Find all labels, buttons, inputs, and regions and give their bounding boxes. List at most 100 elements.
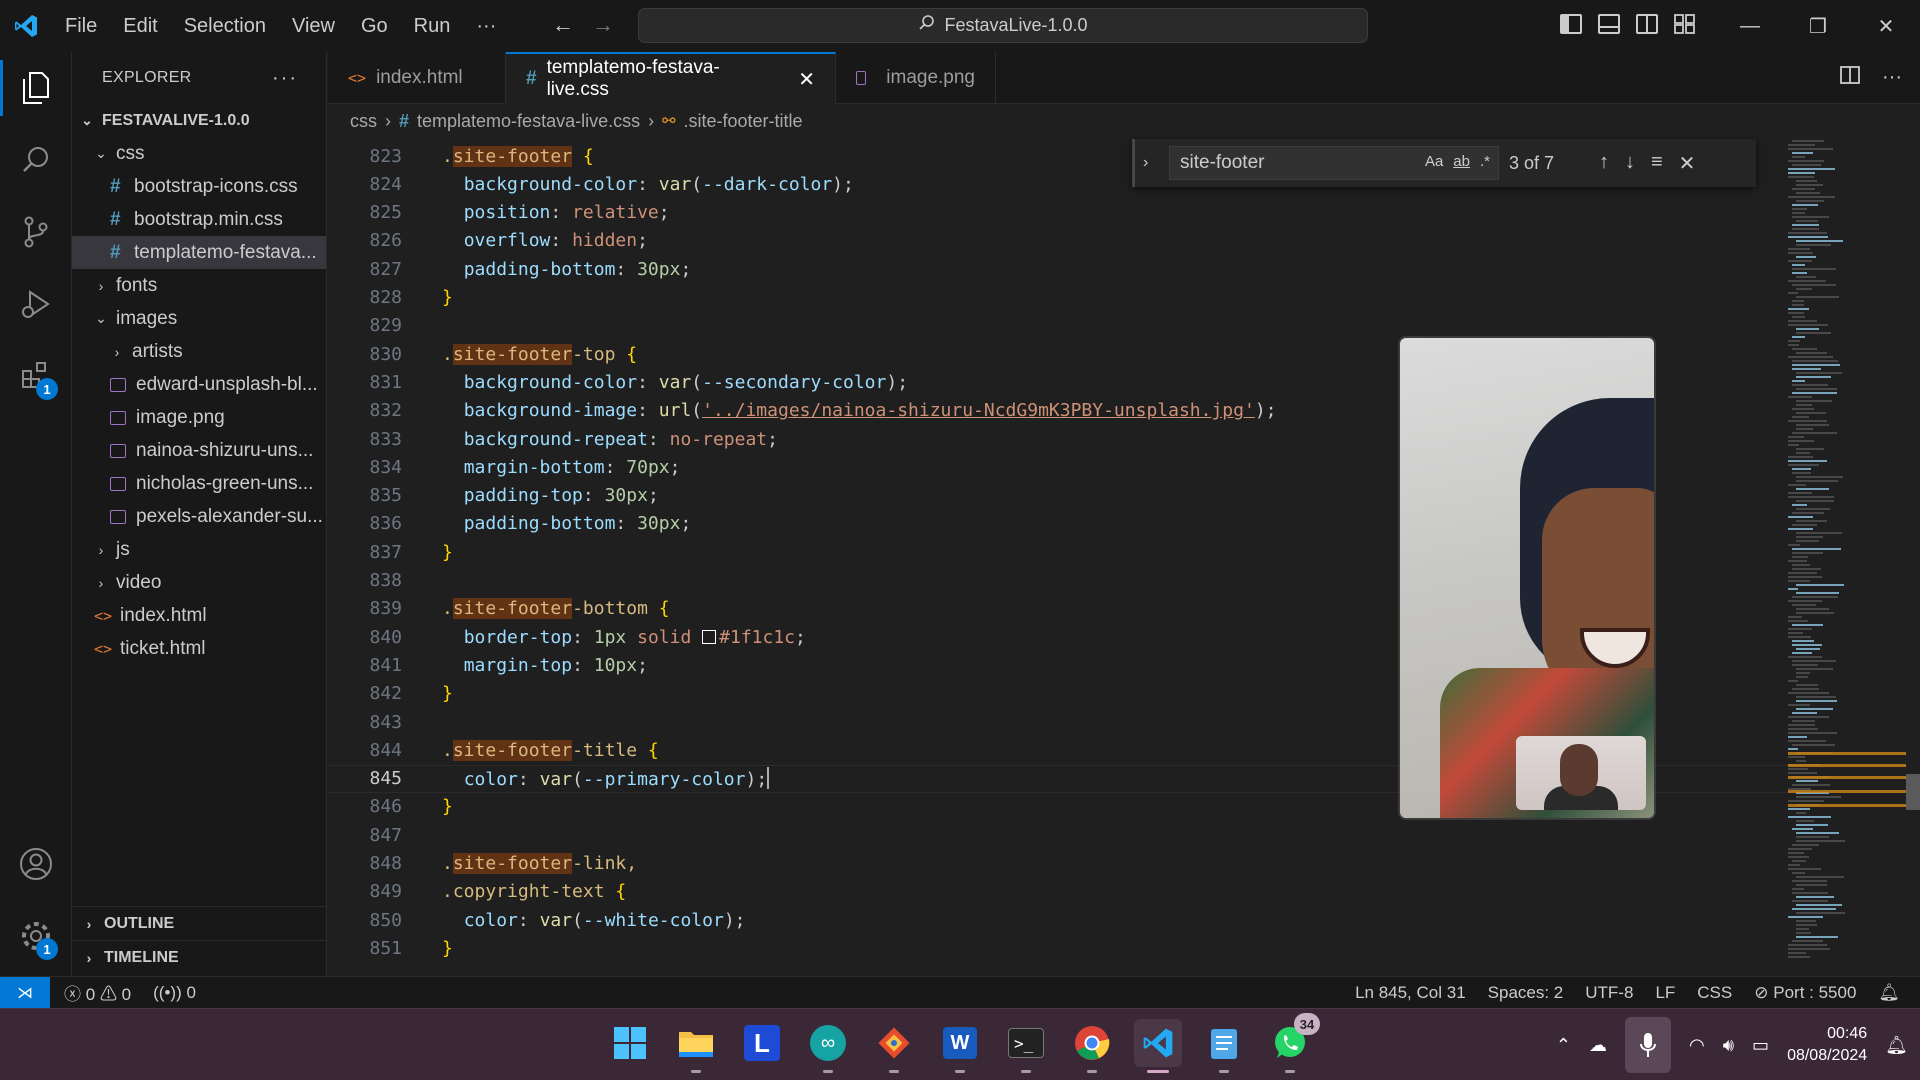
close-window-icon[interactable]: ✕ [1852, 0, 1920, 52]
cursor-position[interactable]: Ln 845, Col 31 [1355, 983, 1466, 1003]
file-tree-item[interactable]: › js [72, 533, 326, 566]
file-tree-item[interactable]: image.png [72, 401, 326, 434]
toggle-panel-icon[interactable] [1598, 14, 1620, 34]
end-of-line[interactable]: LF [1655, 983, 1675, 1003]
project-root-folder[interactable]: ⌄ FESTAVALIVE-1.0.0 [72, 104, 326, 137]
file-tree-item[interactable]: nicholas-green-uns... [72, 467, 326, 500]
toggle-primary-sidebar-icon[interactable] [1560, 14, 1582, 34]
customize-layout-icon[interactable] [1674, 14, 1696, 34]
back-arrow-icon[interactable]: ← [552, 12, 574, 38]
outline-section[interactable]: › OUTLINE [72, 906, 327, 940]
code-line[interactable]: 847 [328, 821, 1788, 849]
tab-templatemo-css[interactable]: # templatemo-festava-live.css ✕ [506, 52, 836, 104]
search-activity-icon[interactable] [0, 124, 72, 196]
code-line[interactable]: 849 .copyright-text { [328, 878, 1788, 906]
minimap[interactable] [1788, 140, 1906, 976]
start-button[interactable] [606, 1019, 654, 1067]
self-view-video[interactable] [1516, 736, 1646, 810]
split-editor-icon[interactable] [1840, 66, 1860, 90]
file-tree-item[interactable]: # bootstrap.min.css [72, 203, 326, 236]
battery-icon[interactable]: ▭ [1752, 1035, 1769, 1056]
terminal-app-icon[interactable]: >_ [1002, 1019, 1050, 1073]
word-app-icon[interactable]: W [936, 1019, 984, 1073]
file-tree-item[interactable]: pexels-alexander-su... [72, 500, 326, 533]
file-tree-item[interactable]: edward-unsplash-bl... [72, 368, 326, 401]
match-whole-word-button[interactable]: ab [1453, 153, 1470, 170]
menu-run[interactable]: Run [401, 15, 464, 38]
breadcrumb-symbol[interactable]: .site-footer-title [684, 111, 803, 132]
menu-go[interactable]: Go [348, 15, 401, 38]
extensions-icon[interactable]: 1 [0, 340, 72, 412]
file-explorer-app-icon[interactable] [672, 1019, 720, 1073]
tab-image-png[interactable]: image.png [836, 52, 996, 104]
code-line[interactable]: 827 padding-bottom: 30px; [328, 255, 1788, 283]
file-tree-item[interactable]: › artists [72, 335, 326, 368]
close-find-icon[interactable]: ✕ [1679, 151, 1696, 176]
language-mode[interactable]: CSS [1697, 983, 1732, 1003]
arduino-app-icon[interactable]: ∞ [804, 1019, 852, 1073]
close-tab-icon[interactable]: ✕ [798, 67, 815, 92]
run-debug-icon[interactable] [0, 268, 72, 340]
previous-match-icon[interactable]: ↑ [1599, 151, 1609, 176]
editor-scrollbar-thumb[interactable] [1906, 774, 1920, 810]
microphone-icon[interactable] [1624, 1017, 1671, 1073]
file-tree-item[interactable]: # bootstrap-icons.css [72, 170, 326, 203]
explorer-more-button[interactable]: ··· [272, 67, 298, 90]
show-hidden-icons-chevron-icon[interactable]: ⌃ [1556, 1035, 1571, 1056]
code-line[interactable]: 850 color: var(--white-color); [328, 906, 1788, 934]
git-gui-app-icon[interactable] [870, 1019, 918, 1073]
code-line[interactable]: 848 .site-footer-link, [328, 850, 1788, 878]
menu-selection[interactable]: Selection [171, 15, 279, 38]
encoding[interactable]: UTF-8 [1585, 983, 1633, 1003]
file-tree-item[interactable]: <> index.html [72, 599, 326, 632]
breadcrumb-folder[interactable]: css [350, 111, 377, 132]
code-line[interactable]: 826 overflow: hidden; [328, 227, 1788, 255]
toggle-secondary-sidebar-icon[interactable] [1636, 14, 1658, 34]
settings-gear-icon[interactable]: 1 [0, 900, 72, 972]
notepad-app-icon[interactable] [1200, 1019, 1248, 1073]
file-tree-item[interactable]: › video [72, 566, 326, 599]
command-center-search[interactable]: FestavaLive-1.0.0 [638, 8, 1368, 43]
menu-view[interactable]: View [279, 15, 348, 38]
file-tree-item[interactable]: nainoa-shizuru-uns... [72, 434, 326, 467]
toggle-replace-icon[interactable]: › [1143, 154, 1159, 172]
find-in-selection-icon[interactable]: ≡ [1651, 151, 1663, 176]
indentation[interactable]: Spaces: 2 [1488, 983, 1564, 1003]
file-tree-item[interactable]: › fonts [72, 269, 326, 302]
live-server-port[interactable]: ⊘ Port : 5500 [1754, 983, 1856, 1003]
code-line[interactable]: 825 position: relative; [328, 199, 1788, 227]
restore-icon[interactable]: ❐ [1784, 0, 1852, 52]
chrome-app-icon[interactable] [1068, 1019, 1116, 1073]
code-line[interactable]: 828} [328, 284, 1788, 312]
notifications-bell-icon[interactable]: 🔔︎ [1878, 983, 1900, 1003]
menu-edit[interactable]: Edit [110, 15, 170, 38]
vscode-app-icon[interactable] [1134, 1019, 1182, 1073]
find-input[interactable]: site-footer Aa ab .* [1169, 146, 1499, 180]
onedrive-icon[interactable]: ☁ [1589, 1035, 1607, 1056]
menu-file[interactable]: File [52, 15, 110, 38]
file-tree-item[interactable]: # templatemo-festava... [72, 236, 326, 269]
file-tree-item[interactable]: ⌄ images [72, 302, 326, 335]
whatsapp-app-icon[interactable]: 34 [1266, 1013, 1320, 1073]
explorer-icon[interactable] [0, 52, 72, 124]
notification-center-icon[interactable]: 🔔︎ [1885, 1035, 1908, 1056]
volume-icon[interactable]: 🔊︎ [1723, 1035, 1734, 1056]
use-regex-button[interactable]: .* [1480, 153, 1490, 170]
editor-more-icon[interactable]: ··· [1882, 66, 1902, 90]
l-app-icon[interactable]: L [738, 1019, 786, 1067]
menu-more[interactable]: ··· [463, 15, 509, 38]
problems-status[interactable]: ⓧ 0 ⚠ 0 [64, 980, 131, 1005]
accounts-icon[interactable] [0, 828, 72, 900]
forward-arrow-icon[interactable]: → [592, 12, 614, 38]
breadcrumb-file[interactable]: templatemo-festava-live.css [417, 111, 640, 132]
video-call-overlay[interactable] [1398, 336, 1656, 820]
wifi-icon[interactable]: ◠ [1689, 1035, 1705, 1056]
next-match-icon[interactable]: ↓ [1625, 151, 1635, 176]
file-tree-item[interactable]: <> ticket.html [72, 632, 326, 665]
timeline-section[interactable]: › TIMELINE [72, 940, 327, 974]
match-case-button[interactable]: Aa [1425, 153, 1443, 170]
clock[interactable]: 00:46 08/08/2024 [1787, 1023, 1867, 1067]
file-tree-item[interactable]: ⌄ css [72, 137, 326, 170]
minimize-icon[interactable]: — [1716, 0, 1784, 52]
tab-index-html[interactable]: <> index.html [328, 52, 506, 104]
